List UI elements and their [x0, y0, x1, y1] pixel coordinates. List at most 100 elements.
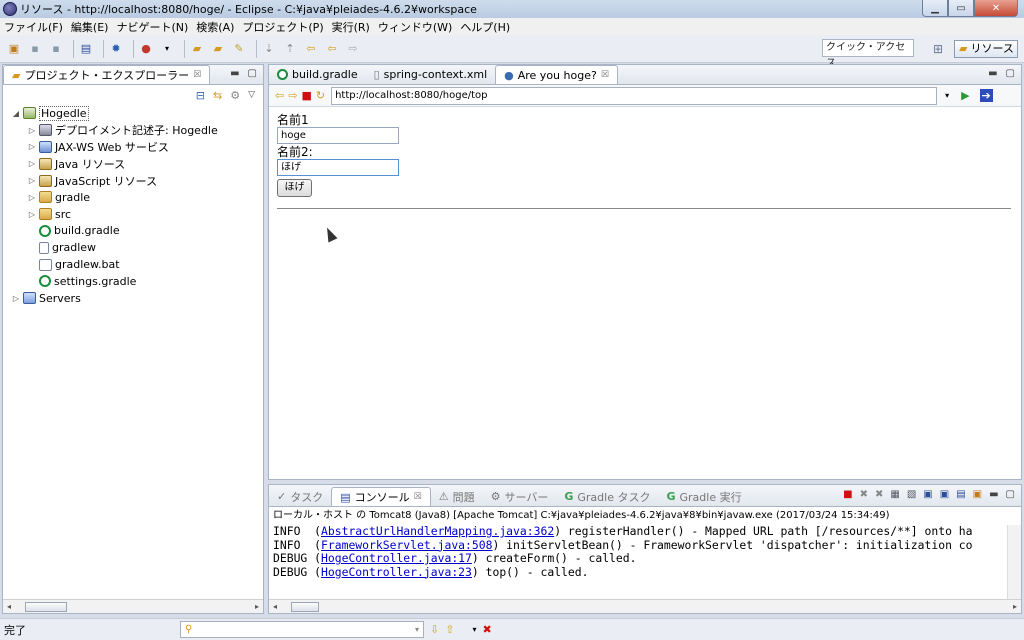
refresh-icon[interactable]: ↻ [316, 89, 325, 102]
go-icon[interactable]: ▶ [961, 89, 969, 102]
tree-item-hogedle[interactable]: ◢ Hogedle [11, 105, 263, 122]
tab-console[interactable]: ▤ コンソール ☒ [331, 487, 431, 506]
collapsed-arrow-icon[interactable]: ▷ [27, 126, 37, 135]
browser-back-icon[interactable]: ⇦ [275, 89, 284, 102]
tree-item-build-gradle[interactable]: build.gradle [11, 223, 263, 240]
tab-problems[interactable]: ⚠ 問題 [431, 487, 483, 506]
tab-tasks[interactable]: ✓ タスク [269, 487, 331, 506]
collapse-all-icon[interactable]: ⊟ [196, 89, 205, 102]
save-icon[interactable]: ▪ [27, 41, 43, 57]
expanded-arrow-icon[interactable]: ◢ [11, 109, 21, 118]
tab-gradle-run[interactable]: G Gradle 実行 [658, 487, 749, 506]
status-search-field[interactable]: ⚲ ▾ [180, 621, 424, 638]
stop-icon[interactable]: ■ [301, 89, 311, 102]
collapsed-arrow-icon[interactable]: ▷ [27, 210, 37, 219]
quick-access-field[interactable]: クイック・アクセス [822, 39, 914, 69]
dropdown-icon[interactable]: ▾ [472, 625, 476, 634]
new-console-icon[interactable]: ▣ [973, 489, 982, 500]
menu-search[interactable]: 検索(A) [196, 19, 234, 35]
tree-item-servers[interactable]: ▷ Servers [11, 290, 263, 307]
minimize-panel-icon[interactable]: ▬ [989, 489, 998, 500]
view-menu-icon[interactable]: ▽ [248, 90, 255, 100]
tab-gradle-tasks[interactable]: G Gradle タスク [556, 487, 658, 506]
display-console-icon[interactable]: ▤ [956, 489, 965, 500]
name1-input[interactable]: hoge [277, 127, 399, 144]
collapsed-arrow-icon[interactable]: ▷ [27, 142, 37, 151]
horizontal-scrollbar[interactable]: ◂ ▸ [269, 599, 1021, 613]
tree-item-js-resources[interactable]: ▷ JavaScript リソース [11, 172, 263, 189]
clear-search-icon[interactable]: ✖ [482, 623, 491, 636]
tree-item-java-resources[interactable]: ▷ Java リソース [11, 155, 263, 172]
tab-project-explorer[interactable]: ▰ プロジェクト・エクスプローラー ☒ [3, 65, 211, 84]
close-icon[interactable]: ☒ [193, 70, 201, 80]
web-browser-icon[interactable]: ➔ [979, 89, 993, 102]
prev-annotation-icon[interactable]: ⇡ [282, 41, 298, 57]
close-icon[interactable]: ☒ [414, 492, 422, 502]
new-icon[interactable]: ▣ [6, 41, 22, 57]
tree-item-gradlew[interactable]: gradlew [11, 239, 263, 256]
remove-all-icon[interactable]: ✖ [875, 489, 883, 500]
run-icon[interactable]: ● [138, 41, 154, 57]
collapsed-arrow-icon[interactable]: ▷ [27, 176, 37, 185]
filter-icon[interactable]: ⚙ [230, 89, 240, 102]
open-folder-icon[interactable]: ▰ [189, 41, 205, 57]
next-annotation-icon[interactable]: ⇣ [261, 41, 277, 57]
minimize-panel-icon[interactable]: ▬ [230, 68, 239, 79]
tree-item-gradle[interactable]: ▷ gradle [11, 189, 263, 206]
menu-window[interactable]: ウィンドウ(W) [378, 19, 452, 35]
horizontal-scrollbar[interactable]: ◂ ▸ [3, 599, 263, 613]
collapsed-arrow-icon[interactable]: ▷ [27, 193, 37, 202]
show-on-output-icon[interactable]: ▣ [923, 489, 932, 500]
url-field[interactable]: http://localhost:8080/hoge/top [331, 86, 938, 105]
name2-input[interactable]: ほげ [277, 159, 399, 176]
save-all-icon[interactable]: ▪ [48, 41, 64, 57]
dropdown-icon[interactable]: ▾ [159, 41, 175, 57]
menu-run[interactable]: 実行(R) [332, 19, 370, 35]
terminate-icon[interactable]: ■ [843, 489, 852, 500]
maximize-panel-icon[interactable]: ▢ [248, 68, 257, 79]
menu-help[interactable]: ヘルプ(H) [460, 19, 510, 35]
source-link[interactable]: AbstractUrlHandlerMapping.java:362 [321, 525, 554, 538]
tab-build-gradle[interactable]: build.gradle [269, 65, 366, 84]
minimize-button[interactable]: ▁ [922, 0, 948, 17]
close-icon[interactable]: ☒ [601, 70, 609, 80]
tree-item-jaxws[interactable]: ▷ JAX-WS Web サービス [11, 139, 263, 156]
tab-servers[interactable]: ⚙ サーバー [483, 487, 557, 506]
back-icon[interactable]: ⇦ [324, 41, 340, 57]
clear-console-icon[interactable]: ▦ [890, 489, 899, 500]
perspective-button[interactable]: ▰ リソース [954, 40, 1018, 58]
vertical-scrollbar[interactable] [1007, 525, 1021, 599]
link-editor-icon[interactable]: ⇆ [213, 89, 222, 102]
pin-console-icon[interactable]: ▣ [940, 489, 949, 500]
last-edit-icon[interactable]: ⇦ [303, 41, 319, 57]
source-link[interactable]: HogeController.java:23 [321, 565, 472, 579]
url-dropdown-icon[interactable]: ▾ [945, 91, 949, 100]
maximize-panel-icon[interactable]: ▢ [1006, 68, 1015, 79]
menu-edit[interactable]: 編集(E) [71, 19, 109, 35]
maximize-panel-icon[interactable]: ▢ [1006, 489, 1015, 500]
browser-forward-icon[interactable]: ⇨ [288, 89, 297, 102]
minimize-panel-icon[interactable]: ▬ [988, 68, 997, 79]
tree-item-settings-gradle[interactable]: settings.gradle [11, 273, 263, 290]
submit-button[interactable]: ほげ [277, 179, 312, 197]
menu-project[interactable]: プロジェクト(P) [242, 19, 323, 35]
source-link[interactable]: FrameworkServlet.java:508 [321, 538, 492, 552]
close-button[interactable]: ✕ [974, 0, 1018, 17]
console-icon[interactable]: ▤ [78, 41, 94, 57]
maximize-button[interactable]: ▭ [948, 0, 974, 17]
menu-file[interactable]: ファイル(F) [4, 19, 63, 35]
open-type-icon[interactable]: ▰ [210, 41, 226, 57]
forward-icon[interactable]: ⇨ [345, 41, 361, 57]
collapsed-arrow-icon[interactable]: ▷ [11, 294, 21, 303]
debug-icon[interactable]: ✹ [108, 41, 124, 57]
prev-icon[interactable]: ⇧ [445, 623, 454, 636]
remove-launch-icon[interactable]: ✖ [860, 489, 868, 500]
pen-icon[interactable]: ✎ [231, 41, 247, 57]
tree-item-src[interactable]: ▷ src [11, 206, 263, 223]
tab-are-you-hoge[interactable]: ● Are you hoge? ☒ [495, 65, 618, 84]
next-icon[interactable]: ⇩ [430, 623, 439, 636]
tab-spring-context[interactable]: ▯ spring-context.xml [366, 65, 496, 84]
source-link[interactable]: HogeController.java:17 [321, 551, 472, 565]
tree-item-deployment-descriptor[interactable]: ▷ デプロイメント記述子: Hogedle [11, 122, 263, 139]
menu-navigate[interactable]: ナビゲート(N) [116, 19, 188, 35]
